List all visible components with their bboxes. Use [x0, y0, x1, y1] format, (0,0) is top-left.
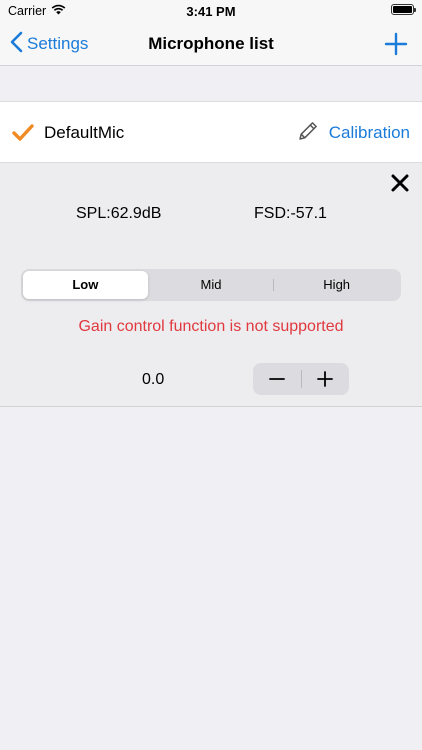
screen: Carrier 3:41 PM Settings Microphone list… — [0, 0, 422, 750]
microphone-name: DefaultMic — [44, 123, 125, 142]
pencil-icon — [297, 120, 319, 147]
segment-high[interactable]: High — [274, 271, 399, 299]
checkmark-icon — [12, 124, 34, 142]
add-microphone-button[interactable] — [382, 30, 410, 58]
gain-level-segmented-control: Low Mid High — [21, 269, 401, 301]
segment-mid[interactable]: Mid — [149, 271, 274, 299]
navigation-bar: Settings Microphone list — [0, 22, 422, 66]
error-message: Gain control function is not supported — [78, 318, 344, 335]
microphone-row[interactable]: DefaultMic Calibration — [0, 101, 422, 163]
spl-readout: SPL:62.9dB — [76, 205, 162, 222]
minus-icon — [268, 378, 285, 380]
close-button[interactable] — [390, 173, 410, 193]
status-time: 3:41 PM — [186, 4, 236, 19]
calibration-button[interactable]: Calibration — [297, 102, 410, 164]
close-icon — [391, 174, 409, 192]
calibration-panel: SPL:62.9dB FSD:-57.1 Low Mid High Gain c… — [0, 163, 422, 407]
segment-low[interactable]: Low — [23, 271, 148, 299]
calibration-label: Calibration — [328, 123, 410, 142]
decrement-button[interactable] — [253, 363, 301, 395]
plus-icon — [384, 32, 408, 56]
status-bar: Carrier 3:41 PM — [0, 0, 422, 22]
battery-icon — [391, 4, 416, 15]
fsd-readout: FSD:-57.1 — [254, 205, 327, 222]
plus-icon — [317, 371, 334, 387]
gain-stepper — [253, 363, 349, 395]
page-title: Microphone list — [148, 34, 274, 53]
gain-value: 0.0 — [142, 371, 165, 388]
increment-button[interactable] — [302, 363, 350, 395]
